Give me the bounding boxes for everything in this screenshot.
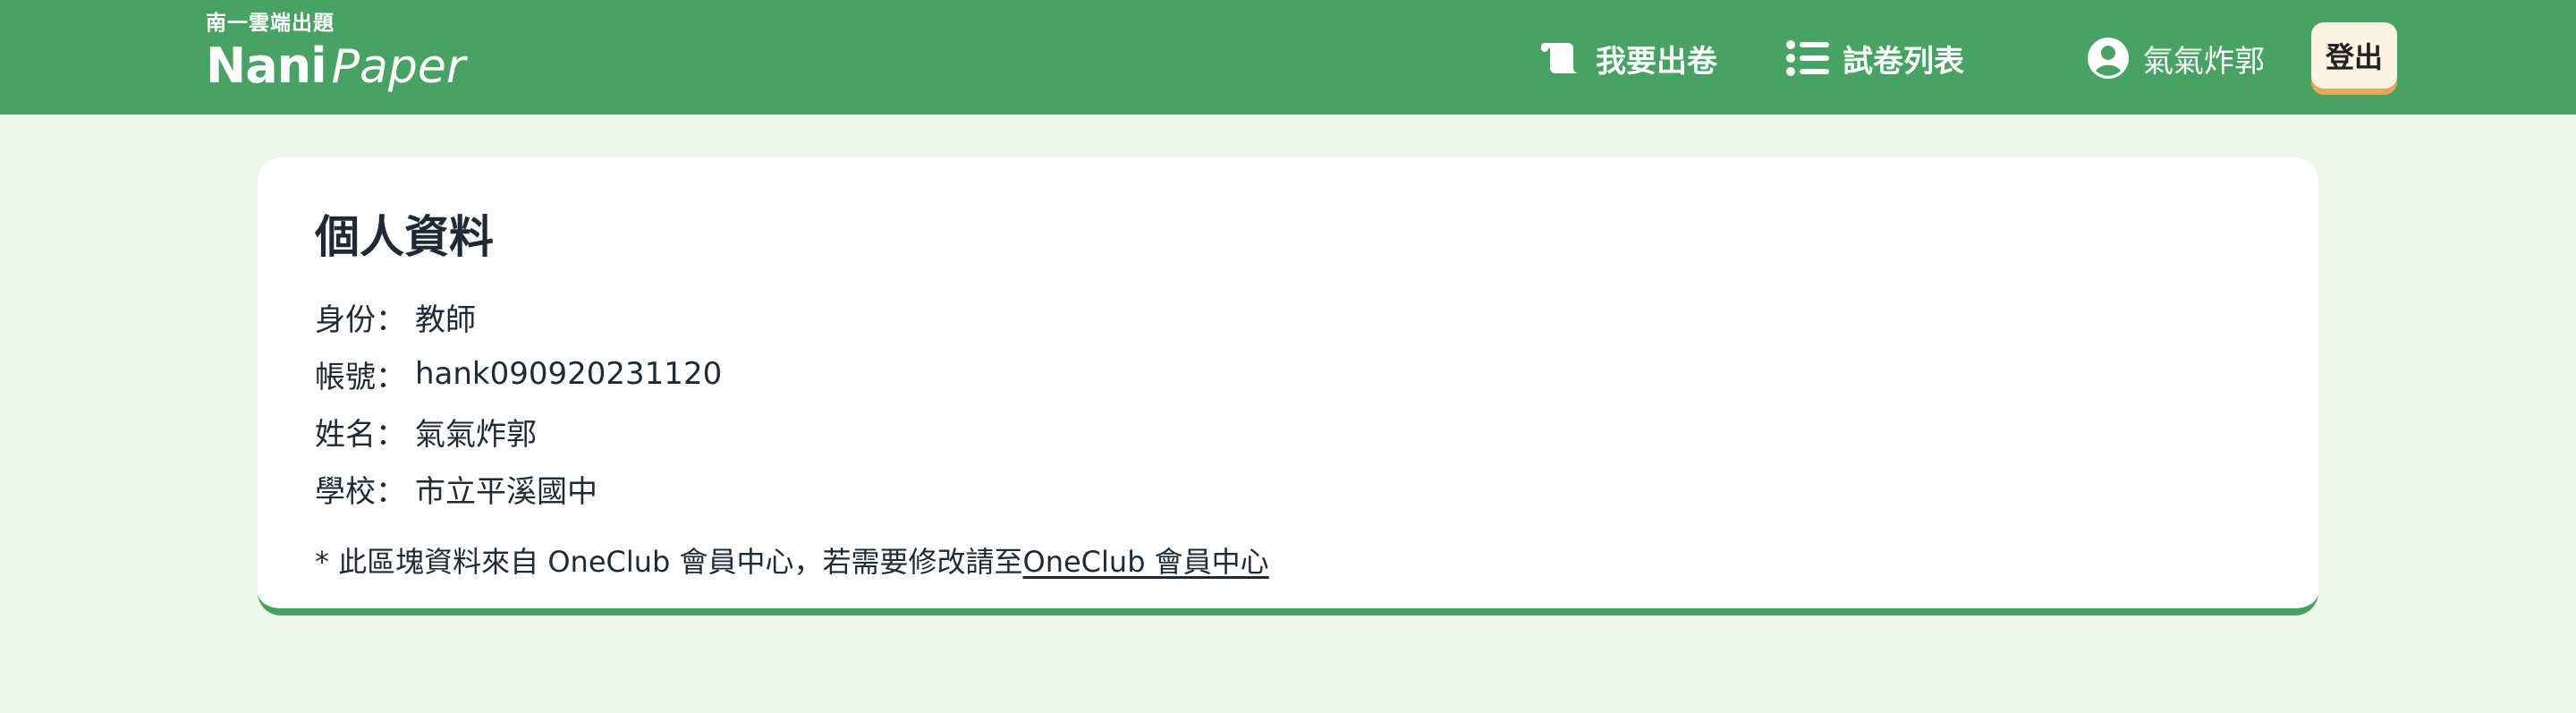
profile-row-label: 姓名： — [315, 416, 406, 453]
profile-row-value: 氣氣炸郭 — [415, 416, 537, 453]
user-circle-icon — [2086, 38, 2131, 79]
profile-row-account: 帳號： hank090920231120 — [315, 352, 722, 395]
top-navigation-bar: 南一雲端出題 Nani Paper 我要出卷 試卷列表 氣氣炸郭 登出 — [0, 0, 2576, 115]
profile-row-value: 市立平溪國中 — [415, 473, 597, 510]
brand-name-light: Paper — [331, 40, 466, 94]
brand-logo[interactable]: 南一雲端出題 Nani Paper — [206, 11, 465, 106]
nav-paper-list[interactable]: 試卷列表 — [1785, 34, 1964, 82]
list-icon — [1785, 38, 1830, 79]
profile-row-label: 帳號： — [315, 359, 406, 395]
scroll-icon — [1538, 38, 1583, 79]
profile-row-name: 姓名： 氣氣炸郭 — [315, 410, 537, 453]
profile-row-label: 學校： — [315, 473, 406, 510]
user-name: 氣氣炸郭 — [2143, 43, 2265, 80]
nav-list-label: 試卷列表 — [1843, 43, 1964, 80]
brand-wordmark: Nani Paper — [206, 38, 465, 106]
profile-row-value: 教師 — [415, 301, 476, 338]
profile-title: 個人資料 — [315, 211, 494, 263]
profile-row-label: 身份： — [315, 301, 406, 338]
note-text: * 此區塊資料來自 OneClub 會員中心，若需要修改請至 — [315, 545, 1023, 579]
nav-create-label: 我要出卷 — [1596, 43, 1717, 80]
brand-name-bold: Nani — [206, 38, 327, 94]
profile-source-note: * 此區塊資料來自 OneClub 會員中心，若需要修改請至 OneClub 會… — [315, 539, 1269, 581]
oneclub-member-center-link[interactable]: OneClub 會員中心 — [1023, 539, 1269, 581]
brand-subtitle: 南一雲端出題 — [206, 12, 335, 35]
nav-create-paper[interactable]: 我要出卷 — [1538, 34, 1717, 82]
logout-button[interactable]: 登出 — [2311, 22, 2397, 89]
profile-row-value: hank090920231120 — [415, 356, 723, 392]
user-profile-link[interactable]: 氣氣炸郭 — [2086, 34, 2265, 82]
profile-row-role: 身份： 教師 — [315, 295, 476, 338]
profile-row-school: 學校： 市立平溪國中 — [315, 467, 597, 510]
